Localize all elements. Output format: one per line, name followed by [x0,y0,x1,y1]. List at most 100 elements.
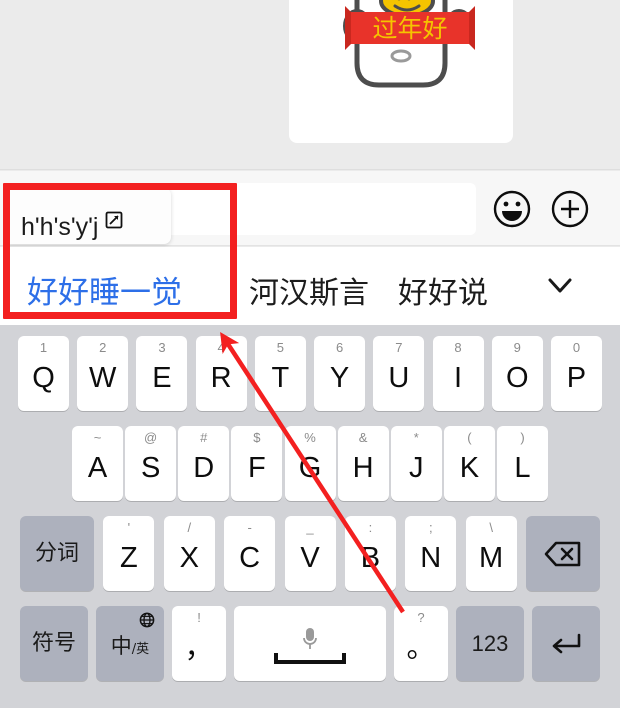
key-enter[interactable] [532,606,600,681]
key-label: N [420,541,442,574]
key-label: I [454,361,463,394]
key-g[interactable]: % G [284,426,336,501]
key-label: M [479,541,504,574]
key-label: J [409,451,424,484]
pinyin-composing-text: h'h's'y'j [21,213,99,241]
key-hint: 0 [572,340,581,355]
key-label: P [566,361,587,394]
key-label: 。 [406,631,436,664]
key-t[interactable]: 5T [254,336,306,411]
key-hint: 2 [99,340,107,355]
key-e[interactable]: 3E [136,336,188,411]
candidate-item-2[interactable]: 好好说 [398,268,488,312]
key-label: O [505,361,529,394]
lang-secondary: /英 [131,642,150,657]
compose-icon[interactable] [105,211,123,229]
key-label: C [239,541,261,574]
key-r[interactable]: 4R [195,336,247,411]
key-label: S [140,451,161,484]
key-y[interactable]: 6Y [314,336,366,411]
key-a[interactable]: ~ A [72,426,123,501]
key-label: L [514,451,531,484]
key-u[interactable]: 7U [373,336,425,411]
key-m[interactable]: \ M [465,516,517,591]
sticker-banner-text: 过年好 [372,14,447,43]
key-hint: ( [467,430,472,445]
keyboard-row-asdf: ~ A @ S # D $ F % G & H * J (K ) L [0,426,620,501]
key-label: X [179,541,199,574]
key-w[interactable]: 2W [77,336,129,411]
key-label: 中/英 [111,636,149,657]
emoji-button[interactable] [492,189,532,229]
key-label: Q [32,361,55,394]
key-b[interactable]: :B [344,516,396,591]
key-label: T [271,361,290,394]
key-hint: ) [520,430,525,445]
pinyin-composing-popup[interactable]: h'h's'y'j [8,188,171,244]
key-backspace[interactable] [526,516,600,591]
key-label: W [89,361,117,394]
key-hint: 6 [335,340,344,355]
key-j[interactable]: * J [390,426,442,501]
key-hint: \ [489,520,493,535]
key-label: D [193,451,215,484]
key-v[interactable]: _ V [284,516,336,591]
lang-primary: 中 [110,634,132,658]
candidate-item-0[interactable]: 好好睡一觉 [27,267,182,312]
key-hint: - [247,520,252,535]
key-comma[interactable]: ! ， [172,606,226,681]
key-numeric-mode[interactable]: 123 [456,606,524,681]
key-hint: 1 [39,340,48,355]
key-hint: ! [197,610,201,625]
key-hint: _ [306,520,314,535]
key-z[interactable]: ' Z [103,516,155,591]
key-f[interactable]: $ F [231,426,283,501]
key-language-toggle[interactable]: 中/英 [96,606,164,681]
key-period[interactable]: ? 。 [394,606,448,681]
more-actions-button[interactable] [550,189,590,229]
key-s[interactable]: @ S [125,426,177,501]
key-c[interactable]: -C [224,516,276,591]
key-hint: ? [417,610,425,625]
mic-icon [273,626,347,665]
key-hint: @ [144,430,158,445]
chevron-down-icon[interactable] [540,270,580,300]
key-word-separator[interactable]: 分词 [20,516,94,591]
key-hint: 3 [158,340,166,355]
key-hint: ; [428,520,433,535]
virtual-keyboard: 1Q 2W 3E 4R 5T 6Y 7U 8I 9O 0P ~ A @ S # D $… [0,325,620,708]
candidate-item-1[interactable]: 河汉斯言 [249,268,369,312]
key-space[interactable] [234,606,386,681]
key-label: F [248,451,266,484]
key-hint: # [200,430,208,445]
key-label: R [210,361,232,394]
key-l[interactable]: ) L [497,426,548,501]
key-hint: 5 [276,340,284,355]
key-label: A [87,451,108,484]
candidate-fade-mask [492,247,530,325]
key-hint: ' [127,520,131,535]
key-symbols[interactable]: 符号 [20,606,88,681]
key-q[interactable]: 1Q [18,336,69,411]
key-p[interactable]: 0P [550,336,602,411]
key-label: Y [329,361,350,394]
key-n[interactable]: ; N [405,516,457,591]
key-k[interactable]: (K [443,426,495,501]
backspace-icon [543,539,583,569]
sticker-message-bubble[interactable]: 过年好 [289,0,513,143]
key-d[interactable]: # D [178,426,230,501]
key-h[interactable]: & H [337,426,389,501]
key-label: H [352,451,374,484]
key-hint: 7 [395,340,403,355]
key-o[interactable]: 9O [491,336,543,411]
enter-icon [548,631,584,657]
key-label: G [298,451,322,484]
key-i[interactable]: 8I [432,336,484,411]
keyboard-row-zxcv: 分词 ' Z / X -C _ V :B ; N \ M [0,516,620,591]
key-label: V [300,541,320,574]
chat-message-area: 过年好 [0,0,620,170]
key-hint: 9 [513,340,521,355]
key-x[interactable]: / X [163,516,215,591]
keyboard-row-bottom: 符号 中/英 ! ， ? 。 123 [0,606,620,681]
key-label: E [152,361,172,394]
